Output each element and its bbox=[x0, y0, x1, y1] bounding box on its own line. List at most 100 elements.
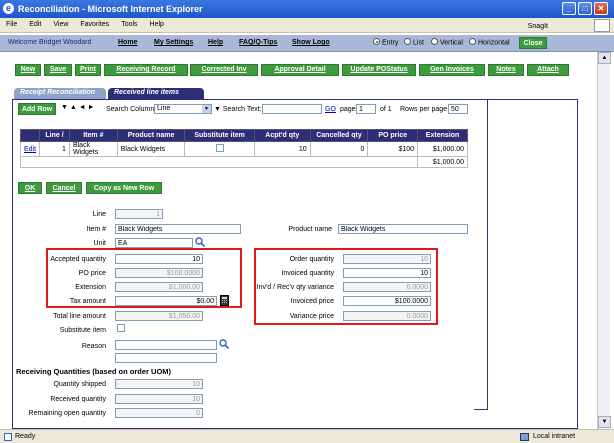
menu-tools[interactable]: Tools bbox=[115, 18, 143, 28]
search-text-input[interactable] bbox=[262, 104, 322, 114]
qty-shipped-label: Quantity shipped bbox=[53, 381, 106, 388]
item-label: Item # bbox=[86, 226, 106, 233]
line-label: Line bbox=[92, 211, 106, 218]
total-row: $1,000.00 bbox=[19, 156, 468, 168]
unit-field[interactable] bbox=[115, 238, 193, 248]
invoiced-qty-label: Invoiced quantity bbox=[281, 270, 334, 277]
rows-per-page-input[interactable] bbox=[448, 104, 468, 114]
close-window-button[interactable]: ✕ bbox=[594, 2, 608, 15]
cell-acpt-qty: 10 bbox=[253, 141, 311, 157]
substitute-item-checkbox[interactable] bbox=[117, 324, 125, 332]
column-header[interactable]: Cancelled qty bbox=[309, 129, 369, 142]
scroll-down-icon[interactable]: ▼ bbox=[598, 416, 611, 428]
search-icon[interactable] bbox=[219, 339, 230, 350]
corrected-inv-button[interactable]: Corrected Inv bbox=[190, 64, 258, 76]
scroll-up-icon[interactable]: ▲ bbox=[598, 52, 611, 64]
view-option-horizontal[interactable]: Horizontal bbox=[469, 38, 510, 46]
app-header: Welcome Bridget Woodard Home My Settings… bbox=[0, 35, 614, 52]
show-logo-link[interactable]: Show Logo bbox=[292, 39, 330, 46]
tab-received-line-items[interactable]: Received line items bbox=[108, 88, 204, 99]
faq-link[interactable]: FAQ/Q-Tips bbox=[239, 39, 277, 46]
zone-text: Local intranet bbox=[533, 433, 576, 440]
total-line-field[interactable] bbox=[115, 311, 203, 321]
title-bar: e Reconciliation - Microsoft Internet Ex… bbox=[0, 0, 614, 18]
line-field[interactable] bbox=[115, 209, 163, 219]
reason-field[interactable] bbox=[115, 340, 217, 350]
search-icon[interactable] bbox=[195, 237, 206, 248]
table-row: Edit 1 Black Widgets Black Widgets 10 0 … bbox=[19, 141, 468, 157]
column-header[interactable]: Acpt'd qty bbox=[253, 129, 311, 142]
page-input[interactable] bbox=[356, 104, 376, 114]
minimize-button[interactable]: _ bbox=[562, 2, 576, 15]
view-option-list[interactable]: List bbox=[404, 38, 424, 46]
nav-arrows-icon[interactable]: ▼ ▲ ◄ ► bbox=[61, 104, 95, 111]
view-option-vertical[interactable]: Vertical bbox=[431, 38, 463, 46]
radio-icon bbox=[373, 38, 380, 45]
close-button[interactable]: Close bbox=[519, 37, 547, 49]
add-row-button[interactable]: Add Row bbox=[18, 103, 56, 115]
item-field[interactable] bbox=[115, 224, 241, 234]
cell-item: Black Widgets bbox=[68, 141, 118, 157]
received-qty-field[interactable] bbox=[115, 394, 203, 404]
search-column-select[interactable]: Line ▼ bbox=[154, 104, 212, 114]
menu-bar: File Edit View Favorites Tools Help SnagIt bbox=[0, 18, 614, 33]
notes-button[interactable]: Notes bbox=[488, 64, 524, 76]
variance-price-field[interactable] bbox=[343, 311, 431, 321]
copy-as-new-row-button[interactable]: Copy as New Row bbox=[86, 182, 162, 194]
accepted-qty-label: Accepted quantity bbox=[50, 256, 106, 263]
view-option-entry[interactable]: Entry bbox=[373, 38, 398, 46]
new-button[interactable]: New bbox=[15, 64, 41, 76]
po-price-field[interactable] bbox=[115, 268, 203, 278]
gen-invoices-button[interactable]: Gen Invoices bbox=[419, 64, 485, 76]
column-header[interactable]: PO price bbox=[367, 129, 419, 142]
column-header[interactable]: Line / bbox=[39, 129, 70, 142]
order-qty-field[interactable] bbox=[343, 254, 431, 264]
tax-label: Tax amount bbox=[69, 298, 106, 305]
welcome-text: Welcome Bridget Woodard bbox=[8, 39, 92, 46]
attach-button[interactable]: Attach bbox=[527, 64, 569, 76]
receiving-record-button[interactable]: Receiving Record bbox=[104, 64, 188, 76]
go-link[interactable]: GO bbox=[325, 106, 336, 113]
qty-shipped-field[interactable] bbox=[115, 379, 203, 389]
edit-link[interactable]: Edit bbox=[19, 141, 41, 157]
unit-label: Unit bbox=[93, 240, 106, 247]
menu-favorites[interactable]: Favorites bbox=[74, 18, 115, 28]
substitute-checkbox[interactable] bbox=[215, 144, 224, 152]
tax-field[interactable] bbox=[115, 296, 217, 306]
tab-receipt-reconciliation[interactable]: Receipt Reconciliation bbox=[14, 88, 106, 99]
menu-view[interactable]: View bbox=[47, 18, 74, 28]
save-button[interactable]: Save bbox=[44, 64, 72, 76]
menu-file[interactable]: File bbox=[0, 18, 23, 28]
extension-field[interactable] bbox=[115, 282, 203, 292]
maximize-button[interactable]: □ bbox=[578, 2, 592, 15]
extension-label: Extension bbox=[75, 284, 106, 291]
accepted-qty-field[interactable] bbox=[115, 254, 203, 264]
search-text-label: ▼ Search Text: bbox=[214, 106, 262, 113]
column-header[interactable]: Item # bbox=[68, 129, 118, 142]
remaining-qty-field[interactable] bbox=[115, 408, 203, 418]
vertical-scrollbar[interactable]: ▲ ▼ bbox=[597, 52, 611, 429]
home-link[interactable]: Home bbox=[118, 39, 137, 46]
snagit-button[interactable]: SnagIt bbox=[522, 20, 554, 30]
approval-detail-button[interactable]: Approval Detail bbox=[261, 64, 339, 76]
menu-help[interactable]: Help bbox=[144, 18, 170, 28]
help-link[interactable]: Help bbox=[208, 39, 223, 46]
product-name-field[interactable] bbox=[338, 224, 468, 234]
ok-button[interactable]: OK bbox=[18, 182, 42, 194]
column-header[interactable]: Substitute item bbox=[184, 129, 255, 142]
column-header[interactable]: Extension bbox=[417, 129, 468, 142]
reason-detail-field[interactable] bbox=[115, 353, 217, 363]
rows-per-page-label: Rows per page bbox=[400, 106, 448, 113]
qty-variance-field[interactable] bbox=[343, 282, 431, 292]
calculator-icon[interactable] bbox=[220, 295, 229, 306]
update-postatus-button[interactable]: Update POStatus bbox=[342, 64, 416, 76]
column-header[interactable]: Product name bbox=[116, 129, 186, 142]
status-text: Ready bbox=[15, 433, 36, 440]
invoiced-price-field[interactable] bbox=[343, 296, 431, 306]
invoiced-qty-field[interactable] bbox=[343, 268, 431, 278]
print-button[interactable]: Print bbox=[75, 64, 101, 76]
menu-edit[interactable]: Edit bbox=[23, 18, 47, 28]
my-settings-link[interactable]: My Settings bbox=[154, 39, 193, 46]
cancel-button[interactable]: Cancel bbox=[46, 182, 82, 194]
page-icon bbox=[4, 433, 12, 441]
